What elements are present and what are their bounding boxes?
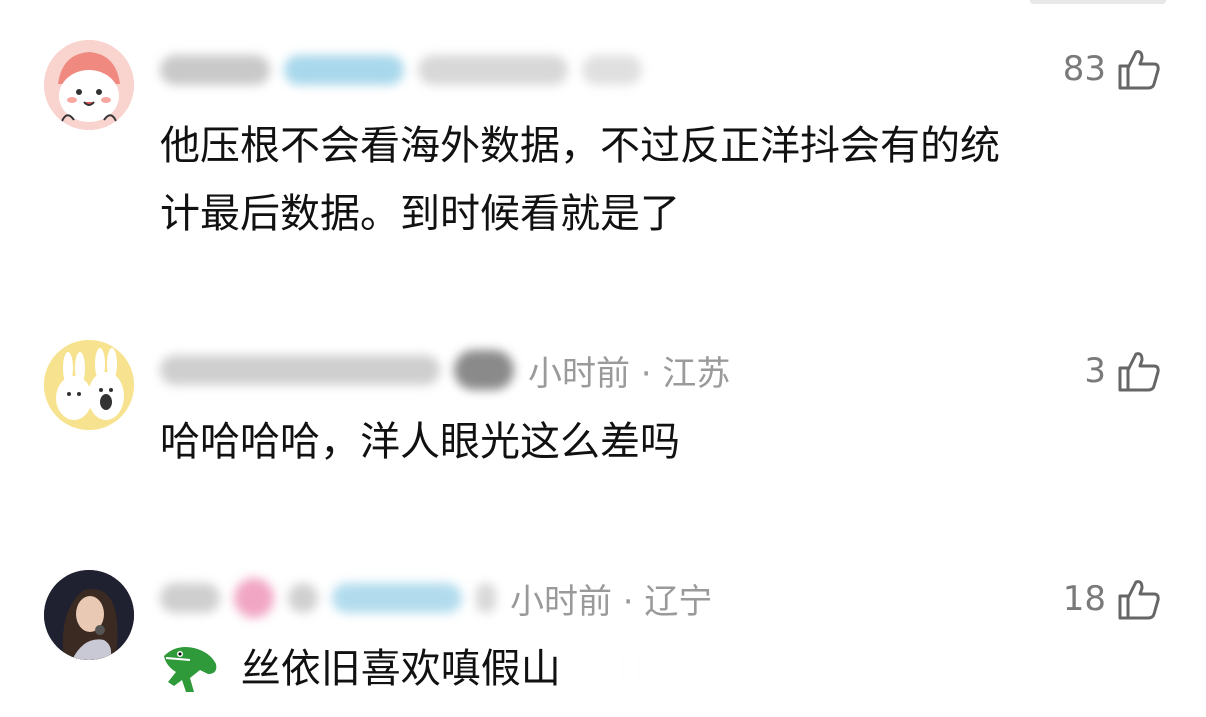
like-count: 83: [1062, 49, 1106, 89]
like-button[interactable]: 18: [1063, 574, 1162, 624]
blurred-extra: [476, 583, 496, 613]
thumb-up-icon: [1118, 580, 1160, 620]
comment-text-line: 哈哈哈哈，洋人眼光这么差吗: [160, 419, 680, 465]
blurred-username: [160, 355, 440, 385]
comment-text-line: 他压根不会看海外数据，不过反正洋抖会有的统: [160, 123, 1000, 169]
thumb-up-icon: [1118, 352, 1160, 392]
blurred-level: [288, 583, 318, 613]
crocodile-emoji-icon: [160, 634, 222, 696]
blurred-badge: [234, 578, 274, 618]
like-count: 18: [1062, 579, 1106, 619]
comment-meta: 小时前 · 江苏: [160, 348, 731, 394]
blurred-badge: [454, 350, 514, 390]
comment-meta-text: 小时前 · 江苏: [528, 353, 731, 394]
top-edge-bar: [1030, 0, 1166, 4]
like-button[interactable]: 83: [1063, 44, 1162, 94]
avatar[interactable]: [44, 40, 134, 130]
like-count: 3: [1084, 351, 1106, 391]
comment-meta-text: 小时前 · 辽宁: [510, 581, 713, 622]
comment-meta: 小时前 · 辽宁: [160, 576, 713, 622]
comment-text-line: 丝依旧喜欢嗔假山: [240, 646, 561, 692]
blurred-tag: [332, 583, 462, 613]
like-button[interactable]: 3: [1084, 346, 1162, 396]
avatar-bunnies-image: [44, 340, 134, 430]
blurred-username: [160, 583, 220, 613]
blurred-location: [582, 55, 642, 85]
comment-body: 哈哈哈哈，洋人眼光这么差吗: [160, 408, 1170, 476]
avatar[interactable]: [44, 340, 134, 430]
avatar[interactable]: [44, 570, 134, 660]
text-fade-overlay: [600, 648, 720, 692]
avatar-singer-photo-image: [44, 570, 134, 660]
comment-body: 他压根不会看海外数据，不过反正洋抖会有的统 计最后数据。到时候看就是了: [160, 112, 1170, 248]
blurred-badge: [284, 55, 404, 85]
thumb-up-icon: [1118, 50, 1160, 90]
avatar-pink-cartoon-image: [44, 40, 134, 130]
blurred-time: [418, 55, 568, 85]
comment-text-line: 计最后数据。到时候看就是了: [160, 191, 680, 237]
comment-meta: [160, 48, 656, 92]
blurred-username: [160, 55, 270, 85]
